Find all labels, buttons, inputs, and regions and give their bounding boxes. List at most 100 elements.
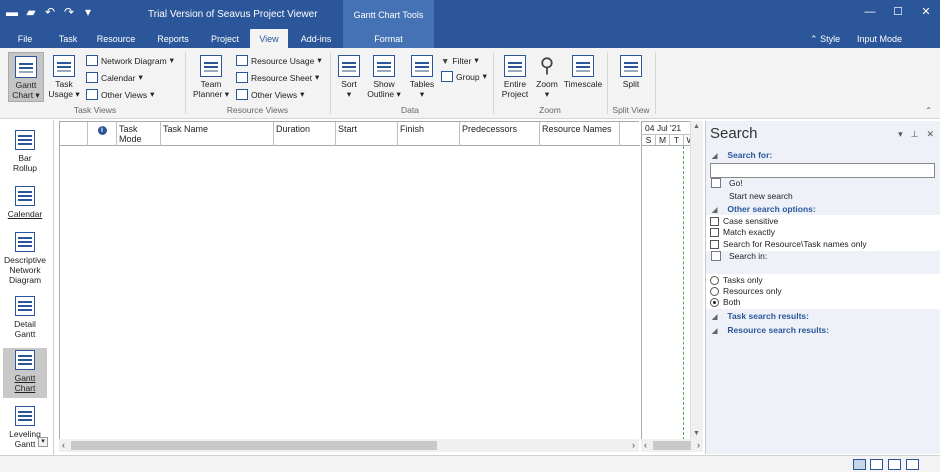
match-exactly-checkbox[interactable]	[710, 227, 719, 237]
both-option[interactable]: Both	[710, 297, 741, 307]
gantt-view-shortcut-icon[interactable]	[853, 459, 866, 470]
tab-reports[interactable]: Reports	[150, 29, 196, 48]
task-grid[interactable]: i Task Mode Task Name Duration Start Fin…	[59, 121, 640, 439]
calendar-button[interactable]: Calendar ▾	[86, 71, 143, 84]
other-views-task-button[interactable]: Other Views ▾	[86, 88, 154, 101]
tab-task[interactable]: Task	[52, 29, 84, 48]
view-bar-scroll-down-icon[interactable]: ▾	[38, 437, 48, 447]
both-radio[interactable]	[710, 297, 719, 307]
close-icon[interactable]: ✕	[912, 0, 940, 24]
collapse-triangle-icon: ◢	[712, 328, 718, 335]
maximize-icon[interactable]: ☐	[884, 0, 912, 24]
select-all-corner[interactable]	[60, 122, 88, 146]
go-button[interactable]: Go!	[711, 178, 743, 188]
resource-search-results-section[interactable]: ◢ Resource search results:	[712, 325, 829, 335]
open-folder-icon[interactable]: ▰	[25, 5, 37, 19]
column-task-name[interactable]: Task Name	[161, 122, 274, 146]
redo-icon[interactable]: ↷	[63, 5, 75, 19]
filter-button[interactable]: ▼ Filter ▾	[441, 54, 479, 67]
column-add-new[interactable]	[620, 122, 640, 146]
sort-button[interactable]: Sort ▾	[336, 52, 362, 102]
task-search-results-section[interactable]: ◢ Task search results:	[712, 311, 809, 321]
undo-icon[interactable]: ↶	[44, 5, 56, 19]
column-predecessors[interactable]: Predecessors	[460, 122, 540, 146]
tasks-only-radio[interactable]	[710, 275, 719, 285]
scroll-up-icon[interactable]: ▲	[693, 123, 700, 130]
scroll-right-icon[interactable]: ›	[632, 440, 635, 450]
task-usage-shortcut-icon[interactable]	[870, 459, 883, 470]
search-for-section[interactable]: ◢ Search for:	[712, 150, 772, 160]
resource-usage-button[interactable]: Resource Usage ▾	[236, 54, 322, 67]
view-gantt-chart[interactable]: Gantt Chart	[3, 348, 47, 398]
tables-button[interactable]: Tables ▾	[406, 52, 438, 102]
group-icon	[441, 71, 453, 82]
tab-project[interactable]: Project	[204, 29, 246, 48]
style-menu[interactable]: ⌃ Style	[810, 29, 840, 48]
tab-format[interactable]: Format	[343, 29, 434, 48]
view-detail-gantt[interactable]: Detail Gantt	[3, 294, 47, 342]
other-views-resource-button[interactable]: Other Views ▾	[236, 88, 304, 101]
task-usage-button[interactable]: Task Usage ▾	[46, 52, 82, 102]
case-sensitive-option[interactable]: Case sensitive	[710, 216, 778, 226]
split-button[interactable]: Split	[614, 52, 648, 102]
filter-funnel-icon: ▼	[441, 55, 450, 66]
team-planner-shortcut-icon[interactable]	[888, 459, 901, 470]
scroll-right-icon[interactable]: ›	[697, 440, 700, 450]
tab-file[interactable]: File	[8, 29, 42, 48]
collapse-ribbon-icon[interactable]: ⌃	[925, 106, 932, 115]
new-file-icon[interactable]: ▬	[6, 5, 18, 19]
customize-qat-icon[interactable]: ▾	[82, 5, 94, 19]
column-start[interactable]: Start	[336, 122, 398, 146]
group-separator	[493, 52, 494, 114]
other-search-options-section[interactable]: ◢ Other search options:	[712, 204, 816, 214]
scrollbar-thumb[interactable]	[653, 441, 691, 450]
resource-sheet-button[interactable]: Resource Sheet ▾	[236, 71, 319, 84]
timescale-button[interactable]: Timescale	[563, 52, 603, 102]
resource-usage-icon	[236, 55, 248, 66]
gantt-horizontal-scrollbar[interactable]: ‹ ›	[641, 439, 703, 452]
resource-sheet-shortcut-icon[interactable]	[906, 459, 919, 470]
column-duration[interactable]: Duration	[274, 122, 336, 146]
start-new-search-link[interactable]: Start new search	[729, 191, 793, 201]
zoom-button[interactable]: ⚲ Zoom ▾	[534, 52, 560, 102]
tab-add-ins[interactable]: Add-ins	[294, 29, 338, 48]
pane-options-icon[interactable]: ▾	[898, 129, 903, 140]
view-bar-rollup[interactable]: Bar Rollup	[3, 128, 47, 176]
resources-only-option[interactable]: Resources only	[710, 286, 782, 296]
network-diagram-button[interactable]: Network Diagram ▾	[86, 54, 174, 67]
team-planner-button[interactable]: Team Planner ▾	[192, 52, 230, 102]
pin-icon[interactable]: ⊥	[911, 129, 919, 140]
gantt-vertical-scrollbar[interactable]: ▲ ▼	[690, 121, 703, 439]
case-sensitive-checkbox[interactable]	[710, 216, 719, 226]
view-calendar[interactable]: Calendar	[3, 184, 47, 222]
tab-resource[interactable]: Resource	[92, 29, 140, 48]
pane-close-icon[interactable]: ✕	[926, 129, 934, 140]
detail-gantt-icon	[15, 296, 35, 316]
column-finish[interactable]: Finish	[398, 122, 460, 146]
search-input[interactable]	[710, 163, 935, 178]
scroll-down-icon[interactable]: ▼	[693, 430, 700, 437]
show-outline-button[interactable]: Show Outline ▾	[364, 52, 404, 102]
resources-only-radio[interactable]	[710, 286, 719, 296]
sort-az-icon	[338, 55, 360, 77]
input-mode-menu[interactable]: Input Mode	[857, 29, 902, 48]
names-only-option[interactable]: Search for Resource\Task names only	[710, 239, 867, 249]
match-exactly-option[interactable]: Match exactly	[710, 227, 775, 237]
scrollbar-thumb[interactable]	[71, 441, 437, 450]
gantt-chart-button[interactable]: Gantt Chart ▾	[8, 52, 44, 102]
title-bar: ▬ ▰ ↶ ↷ ▾ Trial Version of Seavus Projec…	[0, 0, 940, 29]
group-button[interactable]: Group ▾	[441, 70, 487, 83]
minimize-icon[interactable]: —	[856, 0, 884, 24]
column-indicators[interactable]: i	[88, 122, 117, 146]
view-descriptive-network-diagram[interactable]: Descriptive Network Diagram	[3, 230, 47, 288]
tasks-only-option[interactable]: Tasks only	[710, 275, 763, 285]
column-resource-names[interactable]: Resource Names	[540, 122, 620, 146]
scroll-left-icon[interactable]: ‹	[644, 440, 647, 450]
scroll-left-icon[interactable]: ‹	[62, 440, 65, 450]
entire-project-button[interactable]: Entire Project	[498, 52, 532, 102]
column-task-mode[interactable]: Task Mode	[117, 122, 161, 146]
grid-horizontal-scrollbar[interactable]: ‹ ›	[59, 439, 639, 452]
tab-view[interactable]: View	[250, 29, 288, 48]
names-only-checkbox[interactable]	[710, 239, 719, 249]
ribbon: Gantt Chart ▾ Task Usage ▾ Network Diagr…	[0, 48, 940, 119]
